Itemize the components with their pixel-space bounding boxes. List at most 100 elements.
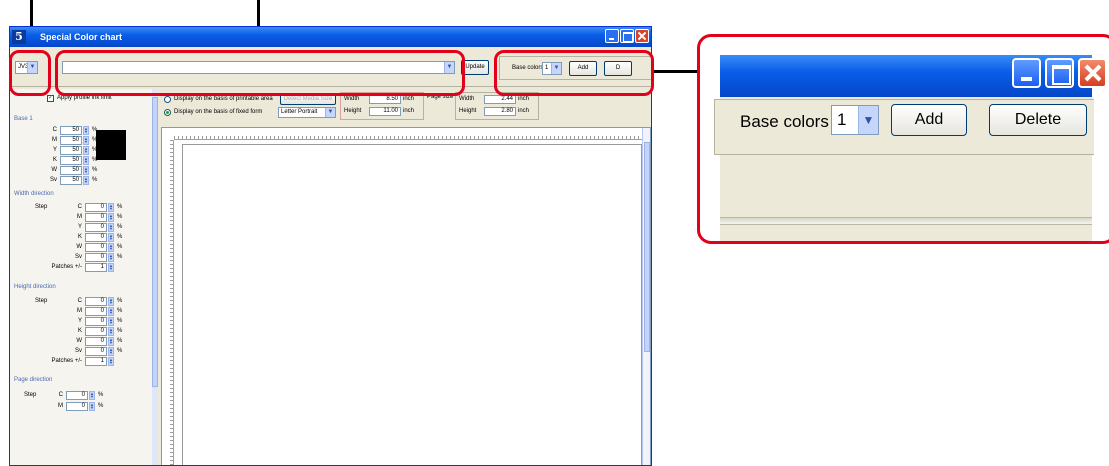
page-height-value[interactable]: 2.80: [484, 107, 516, 116]
ink-limit-checkbox[interactable]: [47, 93, 54, 102]
vertical-ruler: [162, 140, 174, 465]
spinner-icon[interactable]: ▲ ▼: [108, 243, 114, 252]
width-c-input[interactable]: 0: [85, 203, 107, 212]
spinner-icon[interactable]: ▲ ▼: [108, 253, 114, 262]
height-unit: inch: [403, 108, 415, 114]
callout-line-zoom: [650, 70, 700, 73]
page-preview: [182, 144, 642, 465]
maximize-icon[interactable]: [620, 29, 634, 43]
spinner-icon[interactable]: ▲ ▼: [83, 126, 89, 135]
scrollbar-thumb[interactable]: [152, 97, 158, 387]
spinner-icon[interactable]: ▲ ▼: [108, 203, 114, 212]
spinner-icon[interactable]: ▲ ▼: [83, 136, 89, 145]
height-y-input[interactable]: 0: [85, 317, 107, 326]
settings-scrollbar[interactable]: [152, 89, 158, 465]
spinner-icon[interactable]: ▲ ▼: [108, 297, 114, 306]
fixed-form-value: Letter Portrait: [281, 109, 318, 115]
fixed-form-radio[interactable]: [164, 109, 171, 116]
base-colors-highlight: [494, 50, 654, 96]
preview-scrollbar[interactable]: [642, 128, 650, 465]
spinner-icon[interactable]: ▲ ▼: [83, 156, 89, 165]
zoom-add-button[interactable]: Add: [891, 104, 967, 136]
height-c-input[interactable]: 0: [85, 297, 107, 306]
profile-highlight: [55, 50, 465, 96]
chart-preview[interactable]: [161, 127, 651, 465]
height-w-input[interactable]: 0: [85, 337, 107, 346]
media-size-box: Width 8.50 inch Height 11.00 inch: [340, 92, 424, 120]
height-m-input[interactable]: 0: [85, 307, 107, 316]
width-label: Width: [344, 96, 360, 102]
spinner-icon[interactable]: ▲ ▼: [108, 307, 114, 316]
base-sv-input[interactable]: 50: [60, 176, 82, 185]
width-sv-input[interactable]: 0: [85, 253, 107, 262]
height-section-title: Height direction: [14, 284, 56, 290]
zoom-delete-button[interactable]: Delete: [989, 104, 1087, 136]
minimize-icon[interactable]: [605, 29, 619, 43]
spinner-icon[interactable]: ▲ ▼: [108, 213, 114, 222]
spinner-icon[interactable]: ▲ ▼: [108, 263, 114, 272]
spinner-icon[interactable]: ▲ ▼: [108, 223, 114, 232]
width-section-title: Width direction: [14, 191, 54, 197]
page-section-title: Page direction: [14, 377, 53, 383]
base-w-input[interactable]: 50: [60, 166, 82, 175]
base-c-input[interactable]: 50: [60, 126, 82, 135]
width-k-input[interactable]: 0: [85, 233, 107, 242]
width-unit: inch: [403, 96, 415, 102]
height-k-input[interactable]: 0: [85, 327, 107, 336]
minimize-icon[interactable]: [1012, 58, 1041, 88]
height-patches-input[interactable]: 1: [85, 357, 107, 366]
printer-highlight: [9, 50, 51, 96]
height-step-label: Step: [35, 298, 48, 304]
close-icon[interactable]: [1078, 58, 1107, 88]
fixed-form-label: Display on the basis of fixed form: [174, 109, 263, 115]
zoom-base-colors-label: Base colors: [740, 112, 829, 131]
spinner-icon[interactable]: ▲ ▼: [108, 317, 114, 326]
settings-panel: Apply profile ink limit Base 1 C50▲▼% M5…: [10, 89, 158, 465]
zoom-base-colors-value: 1: [837, 110, 847, 129]
close-icon[interactable]: [635, 29, 649, 43]
page-step-label: Step: [24, 392, 37, 398]
spinner-icon[interactable]: ▲ ▼: [108, 327, 114, 336]
spinner-icon[interactable]: ▲ ▼: [89, 402, 95, 411]
fixed-form-select[interactable]: Letter Portrait ▼: [278, 107, 336, 118]
page-width-label: Width: [459, 96, 475, 102]
width-patches-input[interactable]: 1: [85, 263, 107, 272]
width-value: 8.50: [369, 95, 401, 104]
height-sv-input[interactable]: 0: [85, 347, 107, 356]
base-color-swatch: [96, 130, 126, 160]
chevron-down-icon: ▼: [858, 106, 878, 134]
app-logo-icon: 5: [12, 30, 26, 44]
toolbar-divider: [720, 217, 1092, 225]
width-m-input[interactable]: 0: [85, 213, 107, 222]
spinner-icon[interactable]: ▲ ▼: [108, 357, 114, 366]
window-title: Special Color chart: [40, 32, 123, 42]
width-step-label: Step: [35, 204, 48, 210]
chevron-down-icon: ▼: [325, 108, 335, 117]
base-k-input[interactable]: 50: [60, 156, 82, 165]
page-width-value[interactable]: 2.44: [484, 95, 516, 104]
printable-area-radio[interactable]: [164, 96, 171, 103]
width-w-input[interactable]: 0: [85, 243, 107, 252]
spinner-icon[interactable]: ▲ ▼: [108, 347, 114, 356]
height-value: 11.00: [369, 107, 401, 116]
spinner-icon[interactable]: ▲ ▼: [83, 146, 89, 155]
zoom-title-bar: [720, 55, 1107, 97]
spinner-icon[interactable]: ▲ ▼: [83, 166, 89, 175]
width-y-input[interactable]: 0: [85, 223, 107, 232]
height-label: Height: [344, 108, 362, 114]
base-m-input[interactable]: 50: [60, 136, 82, 145]
page-c-input[interactable]: 0: [66, 391, 88, 400]
page-size-box: Width 2.44 inch Height 2.80 inch: [455, 92, 539, 120]
printable-area-label: Display on the basis of printable area: [174, 96, 273, 102]
zoom-base-colors-select[interactable]: 1 ▼: [831, 105, 879, 135]
maximize-icon[interactable]: [1045, 58, 1074, 88]
update-button[interactable]: Update: [461, 60, 489, 75]
spinner-icon[interactable]: ▲ ▼: [89, 391, 95, 400]
spinner-icon[interactable]: ▲ ▼: [108, 233, 114, 242]
spinner-icon[interactable]: ▲ ▼: [83, 176, 89, 185]
spinner-icon[interactable]: ▲ ▼: [108, 337, 114, 346]
base-section-title: Base 1: [14, 116, 33, 122]
base-y-input[interactable]: 50: [60, 146, 82, 155]
scrollbar-thumb[interactable]: [644, 142, 650, 352]
page-m-input[interactable]: 0: [66, 402, 88, 411]
